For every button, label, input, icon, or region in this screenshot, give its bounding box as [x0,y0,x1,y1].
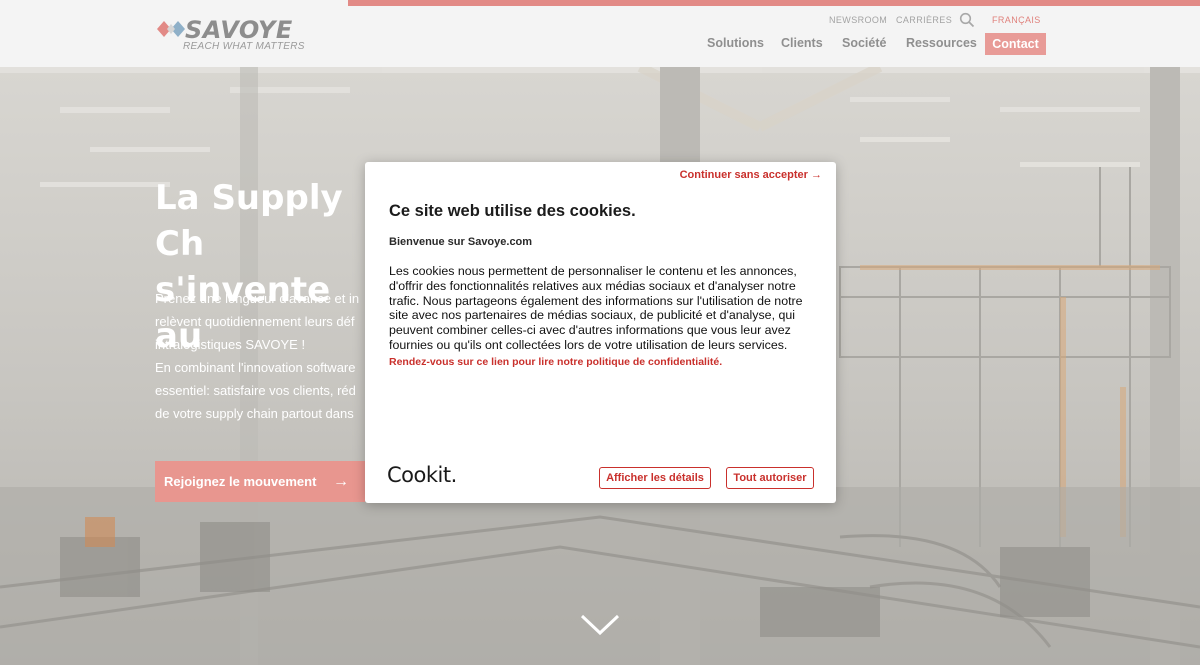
hero-paragraph: Prenez une longueur d'avance et in relèv… [155,287,367,425]
careers-link[interactable]: CARRIÈRES [896,15,952,25]
join-movement-button[interactable]: Rejoignez le mouvement → [155,461,365,502]
nav-societe[interactable]: Société [842,36,886,50]
newsroom-link[interactable]: NEWSROOM [829,15,887,25]
cookie-dialog-welcome: Bienvenue sur Savoye.com [389,236,533,248]
logo-tagline: REACH WHAT MATTERS [183,41,305,52]
search-icon[interactable] [959,12,975,28]
hero-paragraph-line: relèvent quotidiennement leurs déf [155,314,355,329]
site-header: SAVOYE REACH WHAT MATTERS NEWSROOM CARRI… [0,0,1200,67]
cookie-consent-dialog: Continuer sans accepter → Ce site web ut… [365,162,836,503]
cookit-logo: Cookit. [387,463,457,487]
nav-clients[interactable]: Clients [781,36,823,50]
chevron-down-icon[interactable] [580,613,620,637]
header-accent-bar [348,0,1200,6]
show-details-button[interactable]: Afficher les détails [599,467,711,489]
privacy-policy-link[interactable]: Rendez-vous sur ce lien pour lire notre … [389,356,722,368]
accept-all-button[interactable]: Tout autoriser [726,467,814,489]
savoye-logo[interactable]: SAVOYE REACH WHAT MATTERS [155,14,305,56]
cookie-dialog-title: Ce site web utilise des cookies. [389,202,636,220]
hero-paragraph-line: Prenez une longueur d'avance et in [155,291,360,306]
language-selector[interactable]: FRANÇAIS [992,15,1041,25]
arrow-right-icon: → [333,473,349,490]
join-movement-label: Rejoignez le mouvement [164,474,317,489]
hero-paragraph-line: de votre supply chain partout dans [155,406,354,421]
hero-paragraph-line: En combinant l'innovation software [155,360,356,375]
cookie-dialog-body: Les cookies nous permettent de personnal… [389,264,803,352]
logo-wordmark: SAVOYE [185,16,293,44]
hero-paragraph-line: intralogistiques SAVOYE ! [155,337,306,352]
contact-button[interactable]: Contact [985,33,1046,55]
logo-diamonds-icon [157,21,185,37]
nav-ressources[interactable]: Ressources [906,36,977,50]
continue-without-accepting-link[interactable]: Continuer sans accepter → [680,169,822,181]
nav-solutions[interactable]: Solutions [707,36,764,50]
hero-paragraph-line: essentiel: satisfaire vos clients, réd [155,383,356,398]
